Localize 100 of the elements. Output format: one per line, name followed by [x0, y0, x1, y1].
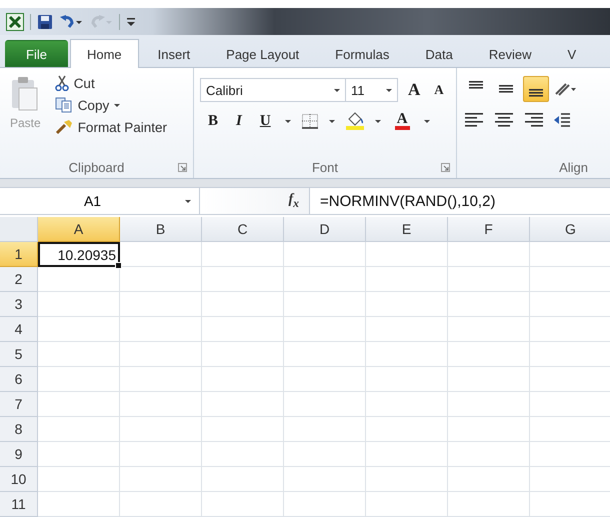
column-header[interactable]: F	[448, 217, 530, 242]
table-cell[interactable]: 10.20935	[38, 242, 120, 267]
row-header[interactable]: 9	[0, 442, 38, 467]
table-cell[interactable]	[202, 492, 284, 517]
table-cell[interactable]	[38, 442, 120, 467]
customize-toolbar-icon[interactable]	[126, 16, 136, 28]
table-cell[interactable]	[366, 242, 448, 267]
table-cell[interactable]	[284, 342, 366, 367]
decrease-indent-icon[interactable]	[553, 112, 571, 128]
table-cell[interactable]	[38, 392, 120, 417]
table-cell[interactable]	[366, 367, 448, 392]
table-cell[interactable]	[120, 267, 202, 292]
ribbon-tab[interactable]: V	[550, 41, 594, 67]
caret-icon[interactable]	[185, 200, 191, 202]
table-cell[interactable]	[202, 267, 284, 292]
italic-button[interactable]: I	[232, 112, 246, 130]
table-cell[interactable]	[38, 417, 120, 442]
table-cell[interactable]	[38, 267, 120, 292]
table-cell[interactable]	[120, 442, 202, 467]
table-cell[interactable]	[120, 417, 202, 442]
ribbon-tab[interactable]: Home	[70, 39, 139, 68]
table-cell[interactable]	[448, 442, 530, 467]
table-cell[interactable]	[120, 317, 202, 342]
row-header[interactable]: 11	[0, 492, 38, 517]
table-cell[interactable]	[120, 367, 202, 392]
align-bottom-button[interactable]	[523, 76, 549, 102]
row-header[interactable]: 3	[0, 292, 38, 317]
table-cell[interactable]	[366, 467, 448, 492]
table-cell[interactable]	[448, 392, 530, 417]
row-header[interactable]: 1	[0, 242, 38, 267]
dialog-launcher-icon[interactable]	[441, 163, 450, 172]
table-cell[interactable]	[284, 242, 366, 267]
row-header[interactable]: 8	[0, 417, 38, 442]
ribbon-tab[interactable]: Data	[408, 41, 470, 67]
table-cell[interactable]	[202, 467, 284, 492]
select-all-button[interactable]	[0, 217, 38, 242]
table-cell[interactable]	[448, 467, 530, 492]
table-cell[interactable]	[202, 367, 284, 392]
underline-button[interactable]: U	[256, 112, 275, 130]
table-cell[interactable]	[448, 342, 530, 367]
table-cell[interactable]	[38, 367, 120, 392]
table-cell[interactable]	[448, 317, 530, 342]
row-header[interactable]: 4	[0, 317, 38, 342]
table-cell[interactable]	[366, 492, 448, 517]
table-cell[interactable]	[120, 292, 202, 317]
align-right-icon[interactable]	[523, 112, 545, 128]
table-cell[interactable]	[448, 242, 530, 267]
save-icon[interactable]	[37, 14, 53, 30]
table-cell[interactable]	[284, 467, 366, 492]
table-cell[interactable]	[38, 292, 120, 317]
table-cell[interactable]	[284, 292, 366, 317]
table-cell[interactable]	[202, 242, 284, 267]
table-cell[interactable]	[38, 317, 120, 342]
font-size-field[interactable]: 11	[346, 78, 398, 102]
row-header[interactable]: 10	[0, 467, 38, 492]
bold-button[interactable]: B	[204, 112, 222, 130]
borders-icon[interactable]	[300, 113, 319, 129]
table-cell[interactable]	[366, 317, 448, 342]
table-cell[interactable]	[202, 392, 284, 417]
table-cell[interactable]	[366, 342, 448, 367]
table-cell[interactable]	[366, 417, 448, 442]
table-cell[interactable]	[202, 292, 284, 317]
caret-icon[interactable]	[374, 120, 381, 122]
table-cell[interactable]	[38, 492, 120, 517]
table-cell[interactable]	[448, 492, 530, 517]
table-cell[interactable]	[366, 292, 448, 317]
table-cell[interactable]	[448, 267, 530, 292]
table-cell[interactable]	[284, 392, 366, 417]
table-cell[interactable]	[366, 267, 448, 292]
column-header[interactable]: G	[530, 217, 610, 242]
column-header[interactable]: C	[202, 217, 284, 242]
format-painter-button[interactable]: Format Painter	[52, 118, 169, 136]
cut-button[interactable]: Cut	[52, 74, 169, 92]
copy-button[interactable]: Copy	[52, 96, 169, 114]
insert-function-button[interactable]: f$_{x}$	[286, 192, 301, 210]
table-cell[interactable]	[38, 467, 120, 492]
table-cell[interactable]	[120, 392, 202, 417]
dialog-launcher-icon[interactable]	[178, 163, 187, 172]
font-name-field[interactable]: Calibri	[200, 78, 346, 102]
table-cell[interactable]	[120, 492, 202, 517]
caret-icon[interactable]	[424, 120, 430, 122]
table-cell[interactable]	[202, 442, 284, 467]
shrink-font-button[interactable]: A	[430, 82, 448, 98]
align-center-icon[interactable]	[493, 112, 515, 128]
ribbon-tab[interactable]: Page Layout	[209, 41, 316, 67]
table-cell[interactable]	[284, 492, 366, 517]
row-header[interactable]: 2	[0, 267, 38, 292]
table-cell[interactable]	[284, 442, 366, 467]
table-cell[interactable]	[366, 392, 448, 417]
table-cell[interactable]	[284, 367, 366, 392]
table-cell[interactable]	[284, 417, 366, 442]
table-cell[interactable]	[120, 242, 202, 267]
ribbon-tab[interactable]: Review	[472, 41, 548, 67]
row-header[interactable]: 7	[0, 392, 38, 417]
column-header[interactable]: D	[284, 217, 366, 242]
font-color-button[interactable]: A	[390, 112, 414, 130]
table-cell[interactable]	[120, 342, 202, 367]
table-cell[interactable]	[448, 292, 530, 317]
undo-icon[interactable]	[59, 14, 83, 30]
ribbon-tab[interactable]: File	[5, 40, 68, 67]
